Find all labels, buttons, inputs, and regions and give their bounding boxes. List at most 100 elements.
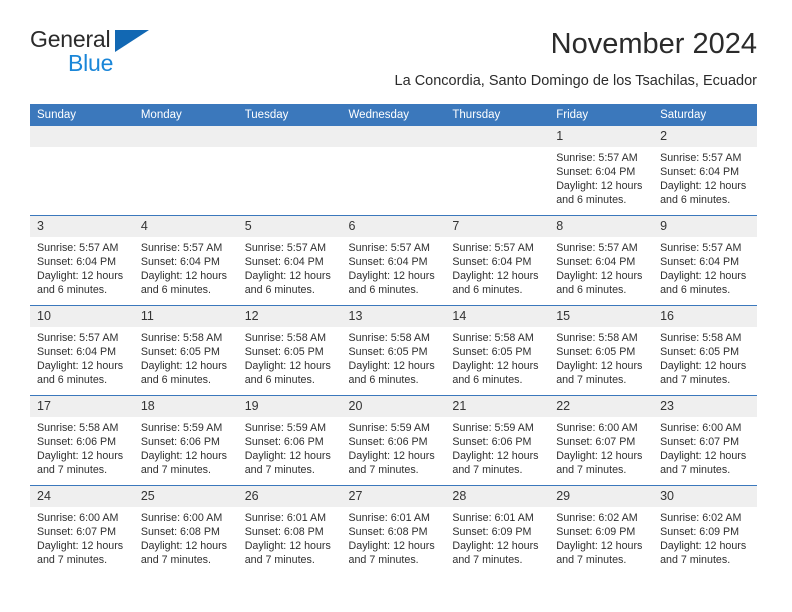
calendar-day-cell[interactable]: 2 Sunrise: 5:57 AM Sunset: 6:04 PM Daylight… — [653, 126, 757, 216]
day-number: 16 — [653, 306, 757, 327]
day-number — [237, 126, 342, 147]
calendar-day-cell[interactable]: 9 Sunrise: 5:57 AM Sunset: 6:04 PM Daylight… — [653, 215, 757, 306]
calendar-day-cell[interactable]: 30 Sunrise: 6:02 AM Sunset: 6:09 PM Dayligh… — [653, 485, 757, 575]
calendar-day-cell[interactable]: 17 Sunrise: 5:58 AM Sunset: 6:06 PM Dayligh… — [30, 395, 134, 486]
calendar-day-cell[interactable]: 18 Sunrise: 5:59 AM Sunset: 6:06 PM Dayligh… — [133, 395, 238, 486]
daylight-text: Daylight: 12 hours and 6 minutes. — [37, 270, 124, 297]
sunset-text: Sunset: 6:05 PM — [244, 346, 324, 359]
daylight-text: Daylight: 12 hours and 6 minutes. — [140, 360, 227, 387]
day-sun-info: Sunrise: 6:01 AM Sunset: 6:08 PM Daylight:… — [342, 507, 446, 567]
calendar-day-cell[interactable]: 28 Sunrise: 6:01 AM Sunset: 6:09 PM Dayligh… — [445, 485, 550, 575]
day-number: 6 — [341, 216, 446, 237]
calendar-day-cell[interactable]: 3 Sunrise: 5:57 AM Sunset: 6:04 PM Daylight… — [30, 215, 134, 306]
day-sun-info: Sunrise: 5:58 AM Sunset: 6:05 PM Daylight:… — [653, 327, 757, 387]
sunrise-text: Sunrise: 6:02 AM — [660, 512, 742, 524]
sunrise-text: Sunrise: 6:00 AM — [37, 512, 119, 524]
calendar-day-cell[interactable]: 22 Sunrise: 6:00 AM Sunset: 6:07 PM Dayligh… — [549, 395, 654, 486]
daylight-text: Daylight: 12 hours and 6 minutes. — [556, 270, 643, 297]
calendar-day-cell[interactable]: 24 Sunrise: 6:00 AM Sunset: 6:07 PM Dayligh… — [30, 485, 134, 575]
daylight-text: Daylight: 12 hours and 6 minutes. — [244, 360, 331, 387]
day-sun-info: Sunrise: 5:59 AM Sunset: 6:06 PM Daylight:… — [238, 417, 342, 477]
calendar-day-cell[interactable]: 8 Sunrise: 5:57 AM Sunset: 6:04 PM Daylight… — [549, 215, 654, 306]
day-number — [30, 126, 134, 147]
day-sun-info: Sunrise: 6:02 AM Sunset: 6:09 PM Daylight:… — [549, 507, 653, 567]
calendar-day-cell[interactable]: 14 Sunrise: 5:58 AM Sunset: 6:05 PM Dayligh… — [445, 305, 550, 396]
daylight-text: Daylight: 12 hours and 7 minutes. — [556, 450, 643, 477]
day-sun-info: Sunrise: 5:57 AM Sunset: 6:04 PM Daylight:… — [549, 147, 653, 207]
calendar-day-cell-empty — [445, 126, 550, 216]
calendar-day-cell[interactable]: 6 Sunrise: 5:57 AM Sunset: 6:04 PM Daylight… — [341, 215, 446, 306]
title-block: November 2024 La Concordia, Santo Doming… — [395, 26, 757, 91]
calendar-day-cell[interactable]: 4 Sunrise: 5:57 AM Sunset: 6:04 PM Daylight… — [133, 215, 238, 306]
day-sun-info: Sunrise: 5:58 AM Sunset: 6:05 PM Daylight:… — [342, 327, 446, 387]
generalblue-logo[interactable]: General Blue — [30, 26, 230, 84]
sunset-text: Sunset: 6:06 PM — [140, 436, 220, 449]
calendar-day-cell[interactable]: 26 Sunrise: 6:01 AM Sunset: 6:08 PM Dayligh… — [237, 485, 342, 575]
day-sun-info: Sunrise: 5:57 AM Sunset: 6:04 PM Daylight:… — [445, 237, 549, 297]
daylight-text: Daylight: 12 hours and 7 minutes. — [660, 450, 747, 477]
daylight-text: Daylight: 12 hours and 6 minutes. — [452, 360, 539, 387]
day-number: 20 — [341, 396, 446, 417]
weekday-header-saturday: Saturday — [653, 104, 757, 126]
calendar-day-cell[interactable]: 12 Sunrise: 5:58 AM Sunset: 6:05 PM Dayligh… — [237, 305, 342, 396]
calendar-day-cell[interactable]: 15 Sunrise: 5:58 AM Sunset: 6:05 PM Dayligh… — [549, 305, 654, 396]
calendar-day-cell[interactable]: 19 Sunrise: 5:59 AM Sunset: 6:06 PM Dayligh… — [237, 395, 342, 486]
day-number: 29 — [549, 486, 654, 507]
calendar-day-cell[interactable]: 5 Sunrise: 5:57 AM Sunset: 6:04 PM Daylight… — [237, 215, 342, 306]
sunset-text: Sunset: 6:05 PM — [660, 346, 740, 359]
calendar-day-cell[interactable]: 21 Sunrise: 5:59 AM Sunset: 6:06 PM Dayligh… — [445, 395, 550, 486]
calendar-day-cell[interactable]: 13 Sunrise: 5:58 AM Sunset: 6:05 PM Dayligh… — [341, 305, 446, 396]
day-number: 17 — [30, 396, 134, 417]
sunrise-sunset-calendar: Sunday Monday Tuesday Wednesday Thursday Frid… — [30, 104, 757, 575]
day-number: 10 — [30, 306, 134, 327]
calendar-header-row: Sunday Monday Tuesday Wednesday Thursday Frid… — [30, 104, 757, 126]
sunrise-text: Sunrise: 5:59 AM — [452, 422, 534, 434]
sunrise-text: Sunrise: 5:57 AM — [244, 242, 327, 254]
day-number: 11 — [133, 306, 238, 327]
sunset-text: Sunset: 6:04 PM — [660, 166, 740, 179]
sunset-text: Sunset: 6:04 PM — [556, 166, 636, 179]
day-number: 21 — [445, 396, 550, 417]
sunrise-text: Sunrise: 5:59 AM — [244, 422, 327, 434]
page-title: November 2024 — [550, 28, 757, 60]
logo-triangle-icon — [114, 30, 149, 52]
calendar-day-cell[interactable]: 11 Sunrise: 5:58 AM Sunset: 6:05 PM Dayligh… — [133, 305, 238, 396]
sunset-text: Sunset: 6:08 PM — [140, 526, 220, 539]
calendar-day-cell[interactable]: 20 Sunrise: 5:59 AM Sunset: 6:06 PM Dayligh… — [341, 395, 446, 486]
calendar-page: General Blue November 2024 La Concordia,… — [0, 0, 792, 612]
calendar-day-cell[interactable]: 1 Sunrise: 5:57 AM Sunset: 6:04 PM Daylight… — [549, 126, 654, 216]
calendar-day-cell[interactable]: 7 Sunrise: 5:57 AM Sunset: 6:04 PM Daylight… — [445, 215, 550, 306]
day-sun-info: Sunrise: 5:58 AM Sunset: 6:05 PM Daylight:… — [238, 327, 342, 387]
calendar-day-cell[interactable]: 10 Sunrise: 5:57 AM Sunset: 6:04 PM Dayligh… — [30, 305, 134, 396]
day-number: 15 — [549, 306, 654, 327]
calendar-day-cell[interactable]: 27 Sunrise: 6:01 AM Sunset: 6:08 PM Dayligh… — [341, 485, 446, 575]
day-sun-info: Sunrise: 6:00 AM Sunset: 6:07 PM Daylight:… — [549, 417, 653, 477]
calendar-day-cell[interactable]: 29 Sunrise: 6:02 AM Sunset: 6:09 PM Dayligh… — [549, 485, 654, 575]
sunrise-text: Sunrise: 5:58 AM — [348, 332, 430, 344]
daylight-text: Daylight: 12 hours and 7 minutes. — [660, 360, 747, 387]
daylight-text: Daylight: 12 hours and 7 minutes. — [556, 360, 643, 387]
daylight-text: Daylight: 12 hours and 7 minutes. — [348, 450, 435, 477]
sunset-text: Sunset: 6:04 PM — [452, 256, 532, 269]
calendar-day-cell[interactable]: 25 Sunrise: 6:00 AM Sunset: 6:08 PM Dayligh… — [133, 485, 238, 575]
day-number: 27 — [341, 486, 446, 507]
sunrise-text: Sunrise: 5:58 AM — [452, 332, 534, 344]
day-number: 1 — [549, 126, 654, 147]
sunrise-text: Sunrise: 6:01 AM — [348, 512, 430, 524]
calendar-day-cell[interactable]: 23 Sunrise: 6:00 AM Sunset: 6:07 PM Dayligh… — [653, 395, 757, 486]
daylight-text: Daylight: 12 hours and 7 minutes. — [348, 540, 435, 567]
logo-text-blue: Blue — [68, 50, 114, 76]
sunset-text: Sunset: 6:06 PM — [348, 436, 428, 449]
day-sun-info: Sunrise: 6:01 AM Sunset: 6:08 PM Daylight:… — [238, 507, 342, 567]
sunset-text: Sunset: 6:07 PM — [660, 436, 740, 449]
sunset-text: Sunset: 6:08 PM — [244, 526, 324, 539]
day-number: 28 — [445, 486, 550, 507]
calendar-week-row: 24 Sunrise: 6:00 AM Sunset: 6:07 PM Dayligh… — [30, 485, 757, 575]
day-sun-info: Sunrise: 5:57 AM Sunset: 6:04 PM Daylight:… — [653, 237, 757, 297]
weekday-header-sunday: Sunday — [30, 104, 134, 126]
daylight-text: Daylight: 12 hours and 6 minutes. — [140, 270, 227, 297]
sunset-text: Sunset: 6:09 PM — [660, 526, 740, 539]
calendar-day-cell[interactable]: 16 Sunrise: 5:58 AM Sunset: 6:05 PM Dayligh… — [653, 305, 757, 396]
sunset-text: Sunset: 6:09 PM — [452, 526, 532, 539]
sunset-text: Sunset: 6:06 PM — [244, 436, 324, 449]
